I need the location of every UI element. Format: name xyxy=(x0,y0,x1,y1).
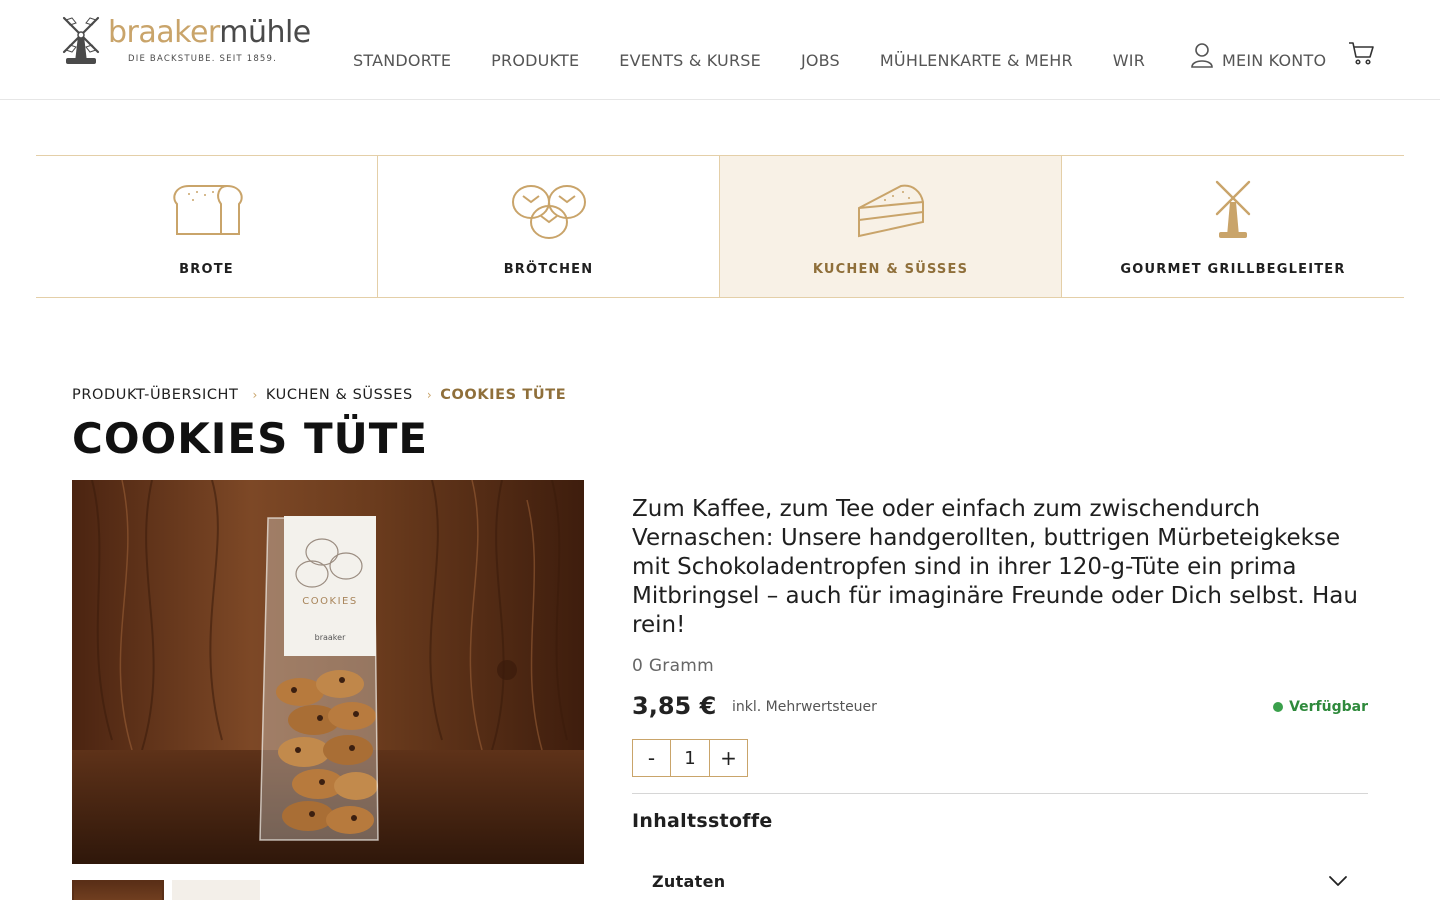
brand-tagline: DIE BACKSTUBE. SEIT 1859. xyxy=(128,54,278,64)
user-icon xyxy=(1191,43,1213,68)
nav-item-muehlenkarte[interactable]: MÜHLENKARTE & MEHR xyxy=(880,51,1073,70)
availability-dot-icon xyxy=(1273,702,1284,712)
category-tabs: BROTE BRÖTCHEN KUCHEN & SÜSSES GOURMET G… xyxy=(36,155,1404,298)
quantity-increase-button[interactable]: + xyxy=(710,740,747,776)
page-title: COOKIES TÜTE xyxy=(72,414,429,463)
bag-label: COOKIES xyxy=(302,596,357,607)
breadcrumb: PRODUKT-ÜBERSICHT › KUCHEN & SÜSSES › CO… xyxy=(72,387,566,403)
category-tab-gourmet-grillbegleiter[interactable]: GOURMET GRILLBEGLEITER xyxy=(1062,156,1404,297)
category-label: KUCHEN & SÜSSES xyxy=(812,262,969,277)
product-image[interactable]: COOKIES braaker xyxy=(72,480,584,864)
quantity-stepper: - 1 + xyxy=(632,739,748,777)
chevron-down-icon xyxy=(1329,876,1347,886)
section-divider xyxy=(632,793,1368,794)
category-label: BROTE xyxy=(179,262,234,277)
accordion-zutaten[interactable]: Zutaten xyxy=(632,860,1368,900)
nav-item-standorte[interactable]: STANDORTE xyxy=(353,51,451,70)
nav-item-events-kurse[interactable]: EVENTS & KURSE xyxy=(619,51,761,70)
breadcrumb-current: COOKIES TÜTE xyxy=(440,387,567,403)
nav-item-wir[interactable]: WIR xyxy=(1113,51,1145,70)
brand-logo[interactable]: braakermühle DIE BACKSTUBE. SEIT 1859. xyxy=(60,14,311,70)
site-header: braakermühle DIE BACKSTUBE. SEIT 1859. S… xyxy=(0,0,1440,100)
brand-wordmark: braakermühle xyxy=(108,15,311,50)
accordion-label: Zutaten xyxy=(652,872,726,891)
cart-icon[interactable] xyxy=(1348,40,1374,66)
bag-brand: braaker xyxy=(315,633,346,642)
availability-label: Verfügbar xyxy=(1289,699,1368,715)
bread-loaf-icon xyxy=(172,185,243,235)
category-label: GOURMET GRILLBEGLEITER xyxy=(1120,262,1346,277)
account-label: MEIN KONTO xyxy=(1222,50,1327,70)
category-tab-broetchen[interactable]: BRÖTCHEN xyxy=(378,156,720,297)
breadcrumb-separator-icon: › xyxy=(252,388,258,402)
nav-item-jobs[interactable]: JOBS xyxy=(801,51,840,70)
cake-slice-icon xyxy=(857,184,924,238)
windmill-icon xyxy=(1215,180,1251,238)
quantity-input[interactable]: 1 xyxy=(670,740,710,776)
availability-badge: Verfügbar xyxy=(1273,699,1368,715)
breadcrumb-item-category[interactable]: KUCHEN & SÜSSES xyxy=(266,387,413,403)
ingredients-heading: Inhaltsstoffe xyxy=(632,810,773,832)
quantity-decrease-button[interactable]: - xyxy=(633,740,670,776)
cookies-bag-photo: COOKIES braaker xyxy=(72,480,584,864)
thumbnail-2[interactable] xyxy=(172,880,260,900)
nav-item-produkte[interactable]: PRODUKTE xyxy=(491,51,579,70)
bread-rolls-icon xyxy=(511,185,586,239)
breadcrumb-separator-icon: › xyxy=(426,388,433,402)
category-tab-brote[interactable]: BROTE xyxy=(36,156,378,297)
account-link[interactable]: MEIN KONTO xyxy=(1190,40,1326,70)
product-description: Zum Kaffee, zum Tee oder einfach zum zwi… xyxy=(632,496,1358,638)
product-weight: 0 Gramm xyxy=(632,656,715,676)
windmill-logo-icon xyxy=(62,16,100,64)
category-tab-kuchen-suesses[interactable]: KUCHEN & SÜSSES xyxy=(720,156,1062,297)
breadcrumb-item-overview[interactable]: PRODUKT-ÜBERSICHT xyxy=(72,387,239,403)
image-thumbnails xyxy=(72,880,260,900)
vat-note: inkl. Mehrwertsteuer xyxy=(732,699,877,715)
category-label: BRÖTCHEN xyxy=(503,262,594,277)
main-nav: STANDORTE PRODUKTE EVENTS & KURSE JOBS M… xyxy=(353,50,1145,70)
product-price: 3,85 € xyxy=(632,692,717,720)
thumbnail-1[interactable] xyxy=(72,880,164,900)
